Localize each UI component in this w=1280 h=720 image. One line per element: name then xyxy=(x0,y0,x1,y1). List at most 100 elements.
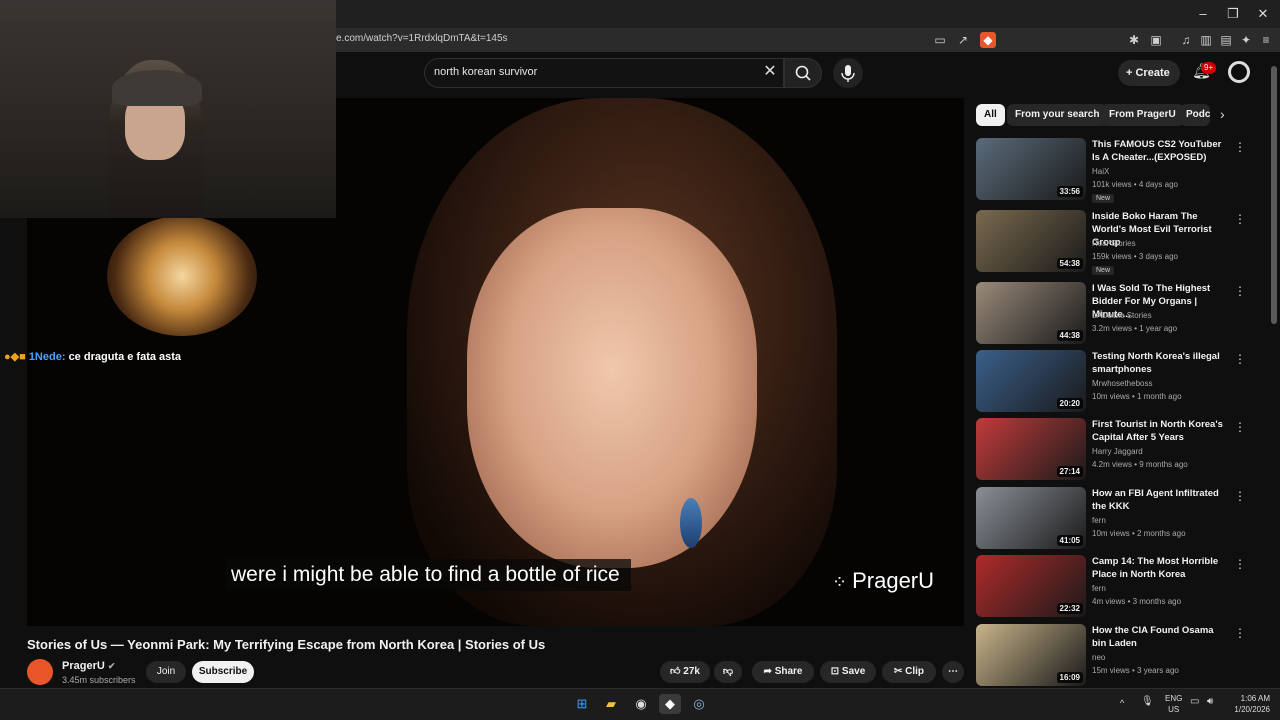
video-title[interactable]: How an FBI Agent Infiltrated the KKK xyxy=(1092,487,1230,513)
mic-tray-icon[interactable]: 🎙︎ xyxy=(1141,696,1154,707)
streamer-cap xyxy=(112,70,202,106)
more-icon: ⋯ xyxy=(948,666,958,677)
share-button[interactable]: ➦ Share xyxy=(752,661,814,683)
steam-icon[interactable]: ◎ xyxy=(688,694,710,714)
close-button[interactable]: ✕ xyxy=(1250,4,1276,24)
share-page-icon[interactable]: ↗ xyxy=(955,32,971,48)
channel-avatar[interactable] xyxy=(27,659,53,685)
leo-icon[interactable]: ✦ xyxy=(1238,32,1254,48)
chip-from-prageru[interactable]: From PragerU xyxy=(1101,104,1184,126)
video-title[interactable]: Testing North Korea's illegal smartphone… xyxy=(1092,350,1230,376)
menu-icon[interactable]: ≡ xyxy=(1258,32,1274,48)
video-thumbnail[interactable]: 44:38 xyxy=(976,282,1086,344)
maximize-button[interactable]: ❐ xyxy=(1220,4,1246,24)
cast-icon[interactable]: ▭ xyxy=(932,32,948,48)
video-thumbnail[interactable]: 20:20 xyxy=(976,350,1086,412)
video-list-item[interactable]: 54:38 Inside Boko Haram The World's Most … xyxy=(976,210,1256,275)
video-thumbnail[interactable]: 33:56 xyxy=(976,138,1086,200)
video-list-item[interactable]: 44:38 I Was Sold To The Highest Bidder Fo… xyxy=(976,282,1256,346)
video-channel[interactable]: HaiX xyxy=(1092,167,1109,176)
video-background-light xyxy=(107,216,257,336)
dislike-button[interactable]: 👎︎ xyxy=(714,661,742,683)
video-meta: 159k views • 3 days ago xyxy=(1092,252,1178,261)
clip-label: Clip xyxy=(905,666,925,677)
save-label: Save xyxy=(841,666,866,677)
tabs-icon[interactable]: ▣ xyxy=(1148,32,1164,48)
video-channel[interactable]: LADbible Stories xyxy=(1092,311,1152,320)
video-title[interactable]: This FAMOUS CS2 YouTuber Is A Cheater...… xyxy=(1092,138,1230,164)
more-options-icon[interactable]: ⋮ xyxy=(1234,557,1246,571)
account-avatar[interactable] xyxy=(1228,61,1250,83)
video-list-item[interactable]: 16:09 How the CIA Found Osama bin Laden ne… xyxy=(976,624,1256,688)
url-text[interactable]: e.com/watch?v=1RrdxlqDmTA&t=145s xyxy=(336,33,508,44)
clock[interactable]: 1:06 AM 1/20/2026 xyxy=(1234,693,1270,715)
language-indicator[interactable]: ENG US xyxy=(1165,693,1182,715)
video-list-item[interactable]: 41:05 How an FBI Agent Infiltrated the KK… xyxy=(976,487,1256,551)
watermark-text: PragerU xyxy=(852,568,935,593)
windows-start-icon[interactable]: ⊞ xyxy=(571,694,593,714)
video-list-item[interactable]: 22:32 Camp 14: The Most Horrible Place in… xyxy=(976,555,1256,619)
minimize-button[interactable]: – xyxy=(1190,4,1216,24)
create-button[interactable]: + Create xyxy=(1118,60,1180,86)
clip-button[interactable]: ✂ Clip xyxy=(882,661,936,683)
video-channel[interactable]: fern xyxy=(1092,584,1106,593)
more-actions-button[interactable]: ⋯ xyxy=(942,661,964,683)
video-list-item[interactable]: 20:20 Testing North Korea's illegal smart… xyxy=(976,350,1256,414)
more-options-icon[interactable]: ⋮ xyxy=(1234,352,1246,366)
video-title[interactable]: How the CIA Found Osama bin Laden xyxy=(1092,624,1230,650)
extensions-icon[interactable]: ✱ xyxy=(1126,32,1142,48)
video-caption: were i might be able to find a bottle of… xyxy=(225,559,631,591)
volume-icon[interactable]: 🔊︎ xyxy=(1207,696,1213,707)
more-options-icon[interactable]: ⋮ xyxy=(1234,140,1246,154)
chip-all[interactable]: All xyxy=(976,104,1005,126)
video-title[interactable]: First Tourist in North Korea's Capital A… xyxy=(1092,418,1230,444)
chat-badges-icon: ●◆■ xyxy=(4,351,29,363)
video-subject-face xyxy=(467,208,757,568)
brave-browser-icon[interactable]: ◆ xyxy=(659,694,681,714)
more-options-icon[interactable]: ⋮ xyxy=(1234,420,1246,434)
more-options-icon[interactable]: ⋮ xyxy=(1234,626,1246,640)
chevron-right-icon[interactable]: › xyxy=(1220,106,1225,122)
network-icon[interactable]: ▭ xyxy=(1190,696,1199,707)
chip-from-your-search[interactable]: From your search xyxy=(1007,104,1108,126)
channel-watermark[interactable]: ⁘ PragerU xyxy=(832,568,934,594)
video-channel[interactable]: Mrwhosetheboss xyxy=(1092,379,1152,388)
tray-chevron-icon[interactable]: ^ xyxy=(1120,698,1124,708)
channel-name[interactable]: PragerU ✔ xyxy=(62,660,115,672)
wallet-icon[interactable]: ▤ xyxy=(1218,32,1234,48)
video-thumbnail[interactable]: 22:32 xyxy=(976,555,1086,617)
music-icon[interactable]: ♫ xyxy=(1178,32,1194,48)
video-list-item[interactable]: 33:56 This FAMOUS CS2 YouTuber Is A Cheat… xyxy=(976,138,1256,203)
more-options-icon[interactable]: ⋮ xyxy=(1234,489,1246,503)
video-thumbnail[interactable]: 16:09 xyxy=(976,624,1086,686)
video-thumbnail[interactable]: 54:38 xyxy=(976,210,1086,272)
save-button[interactable]: ⊡ Save xyxy=(820,661,876,683)
search-button[interactable] xyxy=(784,58,822,88)
video-list-item[interactable]: 27:14 First Tourist in North Korea's Capi… xyxy=(976,418,1256,482)
video-channel[interactable]: Harry Jaggard xyxy=(1092,447,1143,456)
clear-search-icon[interactable]: ✕ xyxy=(760,62,780,82)
voice-search-button[interactable] xyxy=(833,58,863,88)
video-title[interactable]: Camp 14: The Most Horrible Place in Nort… xyxy=(1092,555,1230,581)
video-channel[interactable]: neo xyxy=(1092,653,1105,662)
obs-icon[interactable]: ◉ xyxy=(630,694,652,714)
video-thumbnail[interactable]: 27:14 xyxy=(976,418,1086,480)
brave-shield-icon[interactable]: ◆ xyxy=(980,32,996,48)
video-channel[interactable]: fern xyxy=(1092,516,1106,525)
chip-podcasts[interactable]: Podc xyxy=(1180,104,1210,126)
search-input[interactable]: north korean survivor xyxy=(434,66,537,78)
sidebar-icon[interactable]: ▥ xyxy=(1198,32,1214,48)
mic-icon xyxy=(841,65,855,82)
video-thumbnail[interactable]: 41:05 xyxy=(976,487,1086,549)
scrollbar-thumb[interactable] xyxy=(1271,66,1277,324)
file-explorer-icon[interactable]: ▰ xyxy=(600,694,622,714)
join-button[interactable]: Join xyxy=(146,661,186,683)
subscribe-button[interactable]: Subscribe xyxy=(192,661,254,683)
notification-badge: 9+ xyxy=(1201,62,1217,74)
video-channel[interactable]: Real Stories xyxy=(1092,239,1136,248)
clock-time: 1:06 AM xyxy=(1240,694,1270,703)
verified-icon: ✔ xyxy=(107,661,116,671)
like-button[interactable]: 👍︎ 27k xyxy=(660,661,710,683)
more-options-icon[interactable]: ⋮ xyxy=(1234,212,1246,226)
more-options-icon[interactable]: ⋮ xyxy=(1234,284,1246,298)
